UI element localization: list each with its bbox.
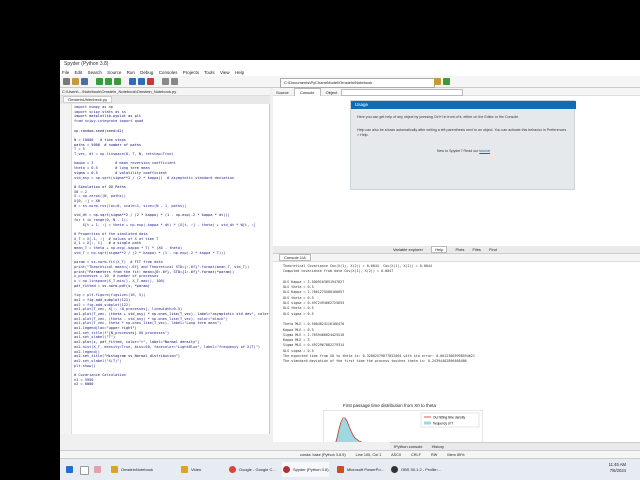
stop-icon[interactable] [147,78,154,85]
line-number-gutter [60,104,72,434]
menu-file[interactable]: File [62,70,69,75]
run-cell-icon[interactable] [105,78,112,85]
status-cursor: Line 105, Col 1 [355,453,382,457]
windows-start-icon[interactable] [66,466,73,473]
legend-frequency-text: frequency of T [433,422,453,426]
menu-consoles[interactable]: Consoles [159,70,178,75]
status-permissions: RW [431,453,438,457]
preferences-icon[interactable] [171,78,178,85]
step-icon[interactable] [138,78,145,85]
legend-swatch-frequency [424,421,431,425]
console-bottom-tabs: IPython console History [390,442,640,450]
tab-variable-explorer[interactable]: Variable explorer [393,247,423,252]
obs-icon [391,466,398,473]
search-icon[interactable] [80,466,89,475]
working-directory-input[interactable]: C:\Documents\PyCharmModel\Omstein\Notebo… [280,78,435,88]
taskbar: OmsteinNotebook Video Google - Google C.… [60,458,640,480]
code-line: n2 = 6000 [74,382,94,387]
menu-help[interactable]: Help [235,70,244,75]
menu-source[interactable]: Source [107,70,121,75]
task-google-chrome[interactable]: Google - Google C... [228,462,276,477]
debug-icon[interactable] [129,78,136,85]
menu-tools[interactable]: Tools [204,70,215,75]
folder-icon [111,466,118,473]
task-video[interactable]: Video [180,462,201,477]
first-passage-plot: OU hitting time density frequency of T [323,410,483,442]
usage-link-prefix: New to Spyder? Read our [436,149,479,153]
status-encoding: ASCII [391,453,401,457]
usage-tutorial-line: New to Spyder? Read our tutorial [351,149,576,153]
usage-text-1: Here you can get help of any object by p… [357,115,520,119]
console-tab-bar: Console 1/A [273,254,640,262]
task-omstein-notebook[interactable]: OmsteinNotebook [110,462,153,477]
run-icon[interactable] [96,78,103,85]
tab-history[interactable]: History [432,444,444,449]
usage-panel: Usage Here you can get help of any objec… [350,100,576,190]
console-line: The standard deviation of the first time… [283,359,467,364]
browse-folder-icon[interactable] [434,78,441,85]
clock-date: 7/6/2024 [609,468,626,473]
pane-tab-bar: Variable explorer Help Plots Files Find [273,246,640,254]
code-text[interactable]: import numpy as np import scipy.stats as … [74,105,269,387]
powerpoint-icon [337,466,344,473]
tab-files[interactable]: Files [472,247,480,252]
object-label: Object [325,90,338,95]
parent-dir-icon[interactable] [443,78,450,85]
desktop-screen: Spyder (Python 3.8) File Edit Search Sou… [60,60,640,480]
status-eol: CRLF [411,453,421,457]
folder-icon [181,466,188,473]
menu-bar: File Edit Search Source Run Debug Consol… [60,69,640,76]
window-title-bar: Spyder (Python 3.8) [60,60,640,69]
new-file-icon[interactable] [63,78,70,85]
main-toolbar: C:\Documents\PyCharmModel\Omstein\Notebo… [60,76,640,88]
legend-density-text: OU hitting time density [433,416,465,420]
editor-tab[interactable]: OmsteinUhlenbeck.py [63,96,113,103]
task-spyder[interactable]: Spyder (Python 3.8) [282,462,329,477]
menu-view[interactable]: View [220,70,230,75]
code-line: X[t + 1, :] = theta + np.exp(-kappa * dt… [74,222,256,227]
code-line: ax2.hist(X_T, density=True, bins=50, fac… [74,344,261,349]
save-icon[interactable] [81,78,88,85]
menu-debug[interactable]: Debug [140,70,153,75]
task-powerpoint[interactable]: Microsoft PowerPo... [336,462,384,477]
taskbar-clock[interactable]: 11:45 AM 7/6/2024 [609,462,626,474]
tab-help[interactable]: Help [431,246,448,253]
chrome-icon [229,466,236,473]
tab-plots[interactable]: Plots [455,247,464,252]
maximize-pane-icon[interactable] [162,78,169,85]
menu-edit[interactable]: Edit [75,70,83,75]
spyder-icon [283,466,290,473]
tutorial-link[interactable]: tutorial [479,149,490,153]
help-toolbar: Source Console Object [273,88,640,98]
tab-find[interactable]: Find [489,247,497,252]
source-label: Source [276,90,289,95]
ipython-console[interactable]: Theoretical Covariance Cov(X(1), X(2)) =… [273,262,640,442]
usage-title: Usage [351,101,576,109]
window-title: Spyder (Python 3.8) [64,61,109,67]
task-obs[interactable]: OBS 30.1.2 - Profile:... [390,462,441,477]
menu-run[interactable]: Run [127,70,135,75]
status-interpreter[interactable]: conda: base (Python 3.8.5) [300,453,346,457]
status-bar: conda: base (Python 3.8.5) Line 105, Col… [60,450,640,458]
console-tab[interactable]: Console 1/A [279,254,311,261]
code-line: ax1.plot(T_vec, (theta + std_asy) * np.o… [74,311,270,316]
editor-file-path: C:\Users\...\Notebook\Omstein_Notebook\O… [60,88,270,96]
editor-tab-bar: OmsteinUhlenbeck.py [60,96,270,104]
menu-search[interactable]: Search [88,70,102,75]
code-line: print("Theoretical mean={:.6f} and Theor… [74,264,250,269]
tab-ipython-console[interactable]: IPython console [394,444,422,449]
open-folder-icon[interactable] [72,78,79,85]
run-selection-icon[interactable] [114,78,121,85]
status-memory: Mem 85% [447,453,465,457]
code-editor[interactable]: import numpy as np import scipy.stats as … [60,104,270,434]
pinned-app-icon[interactable] [94,466,101,473]
usage-text-2: Help can also be shown automatically aft… [357,128,567,137]
console-output: Theoretical Covariance Cov(X(1), X(2)) =… [283,264,583,365]
menu-projects[interactable]: Projects [183,70,199,75]
plot-title: First passage time distribution from X0 … [343,403,437,408]
